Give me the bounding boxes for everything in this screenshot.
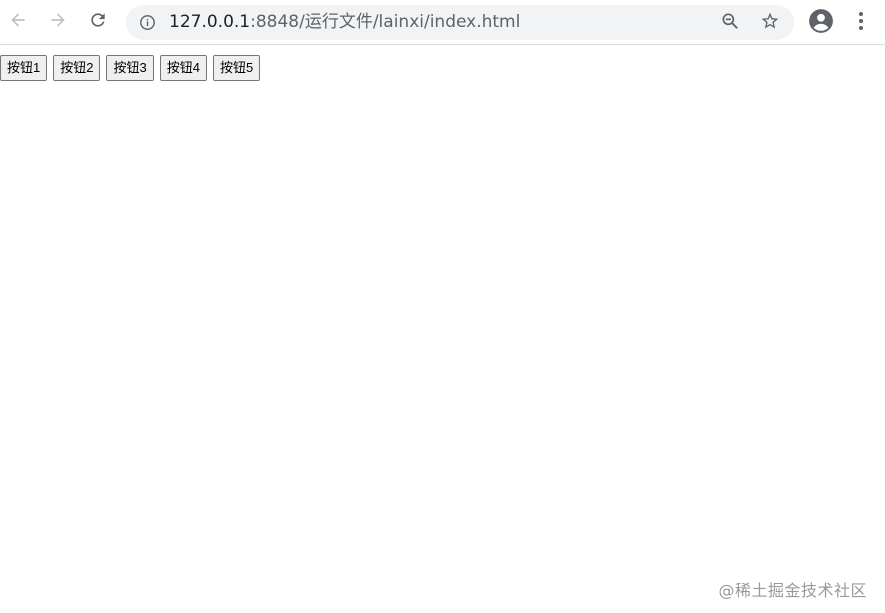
button-row: 按钮1 按钮2 按钮3 按钮4 按钮5 <box>0 55 261 81</box>
back-button[interactable] <box>3 7 33 37</box>
account-circle-icon <box>808 8 834 39</box>
zoom-out-icon <box>720 11 740 36</box>
reload-icon <box>88 10 108 35</box>
reload-button[interactable] <box>83 7 113 37</box>
bookmark-button[interactable] <box>758 11 782 35</box>
star-icon <box>760 11 780 36</box>
button-5[interactable]: 按钮5 <box>212 55 261 81</box>
url-path: :8848/运行文件/lainxi/index.html <box>250 12 521 32</box>
button-1[interactable]: 按钮1 <box>0 55 48 81</box>
menu-button[interactable] <box>849 9 873 37</box>
url-text[interactable]: 127.0.0.1:8848/运行文件/lainxi/index.html <box>169 12 520 33</box>
address-bar[interactable]: 127.0.0.1:8848/运行文件/lainxi/index.html <box>126 5 794 40</box>
profile-button[interactable] <box>807 8 835 39</box>
url-host: 127.0.0.1 <box>169 12 251 32</box>
kebab-menu-icon <box>858 11 864 36</box>
page-content: 按钮1 按钮2 按钮3 按钮4 按钮5 @稀土掘金技术社区 <box>0 45 885 613</box>
forward-button[interactable] <box>43 7 73 37</box>
browser-toolbar: 127.0.0.1:8848/运行文件/lainxi/index.html <box>0 0 885 45</box>
button-2[interactable]: 按钮2 <box>53 55 101 81</box>
zoom-button[interactable] <box>718 11 742 35</box>
button-3[interactable]: 按钮3 <box>106 55 154 81</box>
watermark: @稀土掘金技术社区 <box>718 581 867 600</box>
button-4[interactable]: 按钮4 <box>159 55 207 81</box>
info-icon[interactable] <box>139 14 156 31</box>
back-arrow-icon <box>8 10 28 35</box>
forward-arrow-icon <box>48 10 68 35</box>
